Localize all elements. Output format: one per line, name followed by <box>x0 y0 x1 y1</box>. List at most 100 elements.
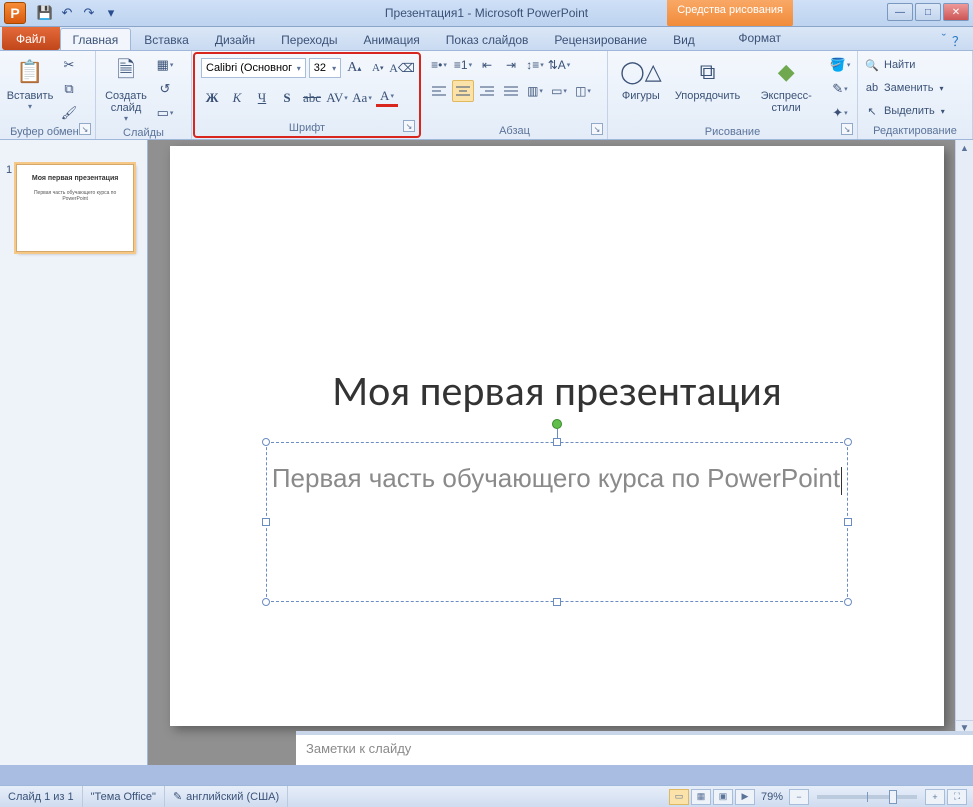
shrink-font-icon[interactable]: A▾ <box>368 57 388 79</box>
tab-insert[interactable]: Вставка <box>131 28 202 50</box>
drawing-launcher[interactable]: ↘ <box>841 123 853 135</box>
align-center-icon[interactable] <box>452 80 474 102</box>
bold-button[interactable]: Ж <box>201 87 223 109</box>
layout-icon[interactable]: ▦ <box>154 54 176 76</box>
copy-icon[interactable]: ⧉ <box>58 78 80 100</box>
slide-title-text[interactable]: Моя первая презентация <box>170 366 944 417</box>
clear-formatting-icon[interactable]: A⌫ <box>391 57 413 79</box>
underline-button[interactable]: Ч <box>251 87 273 109</box>
view-slideshow-icon[interactable]: ▶ <box>735 789 755 805</box>
ribbon-minimize-icon[interactable]: ˇ <box>942 31 946 50</box>
shape-outline-icon[interactable]: ✎ <box>829 78 851 100</box>
tab-format[interactable]: Формат <box>726 28 793 50</box>
save-icon[interactable]: 💾 <box>36 4 54 22</box>
paragraph-launcher[interactable]: ↘ <box>591 123 603 135</box>
new-slide-button[interactable]: 🗎 Создать слайд ▾ <box>102 54 150 125</box>
section-icon[interactable]: ▭ <box>154 102 176 124</box>
zoom-slider[interactable] <box>817 795 917 799</box>
maximize-button[interactable]: □ <box>915 3 941 21</box>
tab-slideshow[interactable]: Показ слайдов <box>433 28 542 50</box>
fit-to-window-icon[interactable]: ⛶ <box>947 789 967 805</box>
notes-pane[interactable]: Заметки к слайду <box>296 731 973 765</box>
group-slides: 🗎 Создать слайд ▾ ▦ ↺ ▭ Слайды <box>96 51 192 139</box>
resize-handle-w[interactable] <box>262 518 270 526</box>
new-slide-label: Создать слайд <box>105 90 147 114</box>
font-launcher[interactable]: ↘ <box>403 120 415 132</box>
grow-font-icon[interactable]: A▴ <box>344 57 364 79</box>
file-tab[interactable]: Файл <box>2 27 60 50</box>
tab-transitions[interactable]: Переходы <box>268 28 350 50</box>
replace-button[interactable]: abЗаменить▾ <box>864 77 966 99</box>
thumbnail-item[interactable]: 1 Моя первая презентация Первая часть об… <box>0 158 147 258</box>
align-right-icon[interactable] <box>476 80 498 102</box>
resize-handle-se[interactable] <box>844 598 852 606</box>
minimize-button[interactable]: — <box>887 3 913 21</box>
view-reading-icon[interactable]: ▣ <box>713 789 733 805</box>
view-normal-icon[interactable]: ▭ <box>669 789 689 805</box>
resize-handle-e[interactable] <box>844 518 852 526</box>
font-size-combo[interactable]: 32▾ <box>309 58 341 78</box>
change-case-button[interactable]: Aa <box>351 87 373 109</box>
zoom-out-icon[interactable]: − <box>789 789 809 805</box>
align-left-icon[interactable] <box>428 80 450 102</box>
arrange-button[interactable]: ⧉ Упорядочить <box>672 54 744 124</box>
tab-view[interactable]: Вид <box>660 28 708 50</box>
resize-handle-s[interactable] <box>553 598 561 606</box>
close-button[interactable]: ✕ <box>943 3 969 21</box>
subtitle-text[interactable]: Первая часть обучающего курса по PowerPo… <box>267 443 847 496</box>
text-shadow-button[interactable]: S <box>276 87 298 109</box>
resize-handle-ne[interactable] <box>844 438 852 446</box>
text-direction-icon[interactable]: ⇅A <box>548 54 570 76</box>
view-sorter-icon[interactable]: ▦ <box>691 789 711 805</box>
shapes-button[interactable]: ◯△ Фигуры <box>614 54 668 124</box>
zoom-level[interactable]: 79% <box>761 791 783 803</box>
tab-animation[interactable]: Анимация <box>350 28 432 50</box>
bullets-icon[interactable]: ≡• <box>428 54 450 76</box>
shape-effects-icon[interactable]: ✦ <box>829 102 851 124</box>
tab-review[interactable]: Рецензирование <box>541 28 660 50</box>
line-spacing-icon[interactable]: ↕≡ <box>524 54 546 76</box>
select-button[interactable]: ↖Выделить▾ <box>864 100 966 122</box>
quick-styles-button[interactable]: ◆ Экспресс-стили <box>747 54 825 124</box>
resize-handle-n[interactable] <box>553 438 561 446</box>
undo-icon[interactable]: ↶ <box>58 4 76 22</box>
justify-icon[interactable] <box>500 80 522 102</box>
status-language[interactable]: ✎английский (США) <box>165 786 288 807</box>
redo-icon[interactable]: ↷ <box>80 4 98 22</box>
format-painter-icon[interactable]: 🖌 <box>58 102 80 124</box>
find-button[interactable]: 🔍Найти <box>864 54 966 76</box>
zoom-knob[interactable] <box>889 790 897 804</box>
columns-icon[interactable]: ▥ <box>524 80 546 102</box>
group-paragraph-label: Абзац <box>428 123 601 137</box>
tab-home[interactable]: Главная <box>60 28 132 50</box>
clipboard-launcher[interactable]: ↘ <box>79 123 91 135</box>
resize-handle-nw[interactable] <box>262 438 270 446</box>
cut-icon[interactable]: ✂ <box>58 54 80 76</box>
reset-icon[interactable]: ↺ <box>154 78 176 100</box>
tab-design[interactable]: Дизайн <box>202 28 268 50</box>
group-editing-label: Редактирование <box>864 123 966 137</box>
char-spacing-button[interactable]: AV <box>326 87 348 109</box>
vertical-scrollbar[interactable]: ▲ ▼ ⇞ ⇟ <box>955 140 973 765</box>
font-name-combo[interactable]: Calibri (Основног▾ <box>201 58 306 78</box>
font-color-button[interactable]: A <box>376 87 398 107</box>
zoom-in-icon[interactable]: + <box>925 789 945 805</box>
subtitle-textbox[interactable]: Первая часть обучающего курса по PowerPo… <box>266 442 848 602</box>
strikethrough-button[interactable]: abc <box>301 87 323 109</box>
qat-customize-icon[interactable]: ▾ <box>102 4 120 22</box>
shape-fill-icon[interactable]: 🪣 <box>829 54 851 76</box>
resize-handle-sw[interactable] <box>262 598 270 606</box>
align-text-icon[interactable]: ▭ <box>548 80 570 102</box>
increase-indent-icon[interactable]: ⇥ <box>500 54 522 76</box>
group-paragraph: ≡• ≡1 ⇤ ⇥ ↕≡ ⇅A ▥ <box>422 51 608 139</box>
italic-button[interactable]: К <box>226 87 248 109</box>
numbering-icon[interactable]: ≡1 <box>452 54 474 76</box>
slide-editor[interactable]: Моя первая презентация Первая часть обуч… <box>148 140 973 765</box>
help-icon[interactable]: ？ <box>952 31 965 50</box>
smartart-icon[interactable]: ◫ <box>572 80 594 102</box>
slide-canvas[interactable]: Моя первая презентация Первая часть обуч… <box>170 146 944 726</box>
rotation-handle[interactable] <box>552 419 562 429</box>
decrease-indent-icon[interactable]: ⇤ <box>476 54 498 76</box>
paste-button[interactable]: 📋 Вставить ▾ <box>6 54 54 124</box>
scroll-up-icon[interactable]: ▲ <box>956 140 973 156</box>
